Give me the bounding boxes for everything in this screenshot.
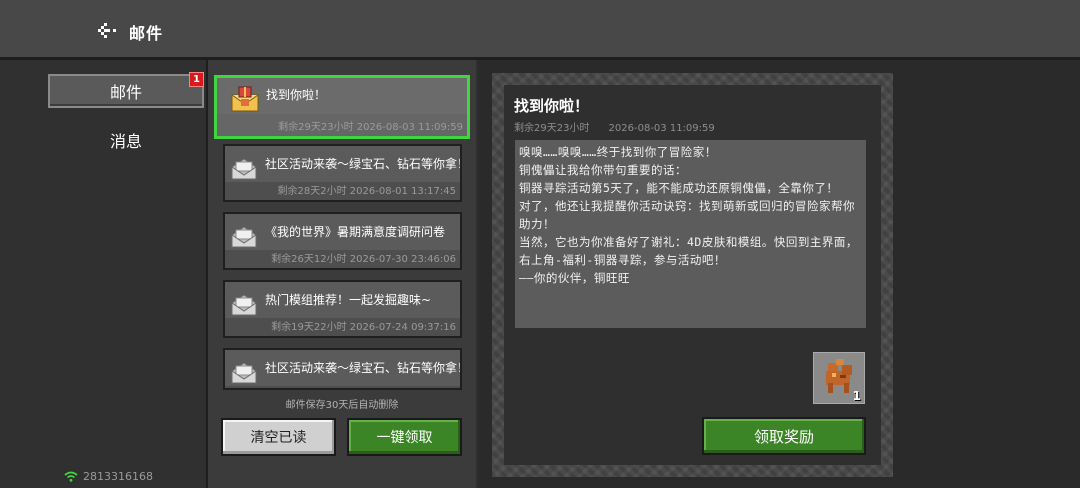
opened-envelope-icon — [231, 362, 257, 384]
mail-body: 嗅嗅……嗅嗅……终于找到你了冒险家！ 铜傀儡让我给你带句重要的话： 铜器寻踪活动… — [515, 140, 866, 328]
claim-reward-button[interactable]: 领取奖励 — [702, 417, 866, 455]
reward-slot[interactable]: 1 — [813, 352, 865, 404]
auto-delete-hint: 邮件保存30天后自动删除 — [285, 400, 399, 411]
mail-detail-panel: 找到你啦！ 剩余29天23小时 2026-08-03 11:09:59 嗅嗅……… — [492, 73, 893, 477]
sidebar-item-mail[interactable]: 邮件 1 — [48, 72, 204, 108]
mail-time: 剩余26天12小时 2026-07-30 23:46:06 — [271, 254, 456, 265]
detail-date: 2026-08-03 11:09:59 — [608, 123, 715, 134]
mail-time: 剩余28天2小时 2026-08-01 13:17:45 — [277, 186, 456, 197]
mail-item[interactable]: 《我的世界》暑期满意度调研问卷 剩余26天12小时 2026-07-30 23:… — [223, 212, 462, 270]
mail-title: 《我的世界》暑期满意度调研问卷 — [265, 225, 446, 239]
sidebar-item-label: 消息 — [109, 132, 142, 151]
sidebar-item-messages[interactable]: 消息 — [48, 123, 204, 157]
mail-body-line: 当然，它也为你准备好了谢礼：4D皮肤和模组。快回到主界面，右上角-福利-铜器寻踪… — [519, 235, 858, 267]
mail-body-line: ——你的伙伴，铜旺旺 — [519, 271, 630, 285]
gift-envelope-icon — [231, 86, 259, 112]
mail-body-line: 铜傀儡让我给你带句重要的话： — [519, 163, 687, 177]
background-panel — [893, 60, 1080, 488]
sidebar-nav: 邮件 1 消息 2813316168 — [0, 60, 208, 488]
unread-badge: 1 — [189, 72, 204, 87]
mail-time: 剩余29天23小时 2026-08-03 11:09:59 — [278, 122, 463, 133]
mail-time: 剩余19天22小时 2026-07-24 09:37:16 — [271, 322, 456, 333]
network-status: 2813316168 — [64, 470, 153, 483]
mail-body-line: 嗅嗅……嗅嗅……终于找到你了冒险家！ — [519, 145, 717, 159]
opened-envelope-icon — [231, 294, 257, 316]
mail-detail-area: 找到你啦！ 剩余29天23小时 2026-08-03 11:09:59 嗅嗅……… — [478, 60, 1080, 488]
mail-item[interactable]: 社区活动来袭～绿宝石、钻石等你拿！ 剩余28天2小时 2026-08-01 13… — [223, 144, 462, 202]
mail-title: 社区活动来袭～绿宝石、钻石等你拿！ — [265, 157, 462, 171]
mail-item[interactable]: 社区活动来袭～绿宝石、钻石等你拿！ — [223, 348, 462, 390]
mail-title: 热门模组推荐！一起发掘趣味~ — [265, 293, 432, 307]
network-id: 2813316168 — [83, 470, 153, 483]
back-button[interactable] — [94, 20, 120, 42]
pixel-back-arrow-icon — [98, 23, 116, 38]
wifi-icon — [64, 471, 78, 482]
detail-time: 剩余29天23小时 2026-08-03 11:09:59 — [514, 119, 715, 134]
detail-title: 找到你啦！ — [514, 97, 590, 115]
header-bar: 邮件 — [0, 0, 1080, 60]
mail-title: 社区活动来袭～绿宝石、钻石等你拿！ — [265, 361, 462, 375]
mail-body-line: 铜器寻踪活动第5天了，能不能成功还原铜傀儡，全靠你了！ — [519, 181, 839, 195]
page-title: 邮件 — [129, 24, 164, 43]
mail-item-selected[interactable]: 找到你啦！ 剩余29天23小时 2026-08-03 11:09:59 — [214, 75, 470, 139]
detail-remaining: 剩余29天23小时 — [514, 123, 590, 134]
sidebar-item-label: 邮件 — [109, 83, 142, 102]
mail-body-line: 对了，他还让我提醒你活动诀窍：找到萌新或回归的冒险家帮你助力！ — [519, 199, 855, 231]
mail-list-panel: 找到你啦！ 剩余29天23小时 2026-08-03 11:09:59 社区活动… — [208, 60, 476, 488]
opened-envelope-icon — [231, 158, 257, 180]
mail-title: 找到你啦！ — [266, 88, 327, 102]
clear-read-button[interactable]: 清空已读 — [221, 418, 336, 456]
mail-item[interactable]: 热门模组推荐！一起发掘趣味~ 剩余19天22小时 2026-07-24 09:3… — [223, 280, 462, 338]
opened-envelope-icon — [231, 226, 257, 248]
reward-count: 1 — [852, 389, 861, 403]
claim-all-button[interactable]: 一键领取 — [347, 418, 462, 456]
